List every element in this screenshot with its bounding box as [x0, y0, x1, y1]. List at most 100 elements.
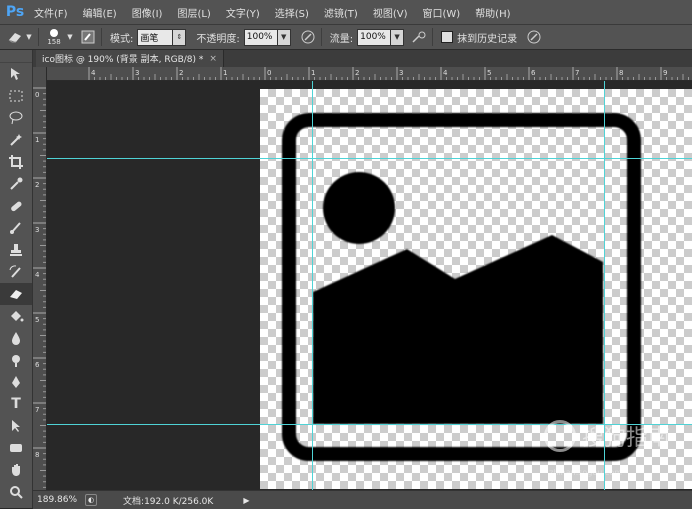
ruler-tick-label: 5: [35, 316, 39, 324]
guide-vertical[interactable]: [312, 81, 313, 490]
vertical-ruler[interactable]: 0 1 2 3 4 5 6 7 8: [33, 67, 47, 490]
erase-history-checkbox[interactable]: [441, 31, 454, 43]
opacity-chevron-icon[interactable]: ▼: [277, 28, 291, 46]
opacity-label: 不透明度:: [196, 33, 240, 45]
ruler-tick-label: 0: [267, 69, 271, 77]
ruler-tick-label: 0: [35, 91, 39, 99]
pressure-size-icon[interactable]: [525, 28, 543, 46]
eraser-tool-preset-icon[interactable]: [6, 28, 24, 46]
blur-tool-icon[interactable]: [0, 327, 32, 349]
horizontal-ruler[interactable]: 4 3 2 1 0 1 2 3 4 5 6 7 8 9: [46, 67, 692, 81]
brush-dot-icon: [50, 28, 58, 37]
brush-size-picker[interactable]: 158: [43, 27, 65, 47]
tools-panel: T: [0, 50, 33, 508]
ruler-tick-label: 3: [35, 226, 39, 234]
menu-layer[interactable]: 图层(L): [177, 5, 210, 20]
ruler-tick-label: 1: [223, 69, 227, 77]
watermark-text: 搜狗指南: [581, 426, 670, 451]
mode-label: 模式:: [110, 33, 134, 45]
menu-image[interactable]: 图像(I): [132, 5, 163, 20]
divider: [320, 28, 322, 46]
healing-brush-tool-icon[interactable]: [0, 195, 32, 217]
photoshop-logo: Ps: [5, 4, 25, 20]
brush-size-value: 158: [47, 37, 61, 46]
dodge-tool-icon[interactable]: [0, 349, 32, 371]
ruler-tick-label: 8: [35, 451, 39, 459]
flow-value: 100%: [360, 32, 386, 42]
path-selection-tool-icon[interactable]: [0, 415, 32, 437]
brush-tool-icon[interactable]: [0, 217, 32, 239]
rectangle-tool-icon[interactable]: [0, 437, 32, 459]
document-info: 文档:192.0 K/256.0K: [123, 496, 214, 507]
chevron-down-icon[interactable]: ▼: [24, 28, 34, 46]
mode-value: 画笔: [140, 33, 159, 44]
marquee-tool-icon[interactable]: [0, 85, 32, 107]
opacity-value: 100%: [246, 32, 273, 42]
ruler-tick-label: 8: [619, 69, 623, 77]
ruler-tick-label: 2: [35, 181, 39, 189]
history-brush-tool-icon[interactable]: [0, 261, 32, 283]
mode-select[interactable]: 画笔: [137, 28, 174, 46]
ruler-tick-label: 3: [135, 69, 139, 77]
type-tool-icon[interactable]: T: [0, 393, 32, 415]
paint-bucket-tool-icon[interactable]: [0, 305, 32, 327]
menu-edit[interactable]: 编辑(E): [83, 5, 117, 20]
sogou-logo-icon: [543, 420, 576, 452]
ruler-tick-label: 6: [531, 69, 536, 77]
lasso-tool-icon[interactable]: [0, 107, 32, 129]
watermark-url: zhinan.sogou.com: [549, 468, 622, 477]
opacity-input[interactable]: 100%: [243, 28, 278, 46]
ruler-tick-label: 4: [35, 271, 40, 279]
airbrush-icon[interactable]: [410, 28, 428, 46]
hand-tool-icon[interactable]: [0, 459, 32, 481]
flow-label: 流量:: [329, 33, 354, 45]
menu-bar: Ps 文件(F) 编辑(E) 图像(I) 图层(L) 文字(Y) 选择(S) 滤…: [0, 0, 692, 25]
pen-tool-icon[interactable]: [0, 371, 32, 393]
eraser-tool-icon[interactable]: [0, 283, 32, 305]
status-bar: 189.86% ◐ 文档:192.0 K/256.0K ▶: [33, 490, 692, 509]
guide-horizontal[interactable]: [47, 158, 692, 159]
flow-chevron-icon[interactable]: ▼: [391, 28, 405, 46]
ruler-tick-label: 9: [663, 69, 667, 77]
magic-wand-tool-icon[interactable]: [0, 129, 32, 151]
status-info-icon[interactable]: ◐: [85, 494, 98, 506]
crop-tool-icon[interactable]: [0, 151, 32, 173]
menu-window[interactable]: 窗口(W): [422, 5, 460, 20]
move-tool-icon[interactable]: [0, 63, 32, 85]
ruler-tick-label: 1: [35, 136, 39, 144]
divider: [38, 28, 39, 46]
menu-view[interactable]: 视图(V): [373, 5, 408, 20]
brush-picker-chevron-icon[interactable]: ▼: [65, 28, 75, 46]
pressure-opacity-icon[interactable]: [299, 28, 317, 46]
ruler-tick-label: 2: [179, 69, 183, 77]
zoom-tool-icon[interactable]: [0, 481, 32, 503]
menu-type[interactable]: 文字(Y): [226, 5, 260, 20]
divider: [432, 28, 434, 46]
menu-select[interactable]: 选择(S): [275, 5, 309, 20]
watermark: 搜狗指南: [543, 420, 670, 452]
brush-panel-toggle-icon[interactable]: [79, 28, 97, 46]
ruler-tick-label: 6: [35, 361, 40, 369]
ruler-tick-label: 2: [355, 69, 359, 77]
close-icon[interactable]: ×: [209, 54, 217, 64]
document-tab-title: ico图标 @ 190% (背景 副本, RGB/8) *: [42, 55, 204, 65]
mode-chevron-icon[interactable]: ⇕: [173, 28, 187, 46]
ruler-tick-label: 7: [35, 406, 39, 414]
ruler-tick-label: 4: [443, 69, 448, 77]
ruler-tick-label: 4: [91, 69, 96, 77]
flow-input[interactable]: 100%: [357, 28, 392, 46]
menu-filter[interactable]: 滤镜(T): [324, 5, 358, 20]
status-menu-arrow-icon[interactable]: ▶: [243, 496, 249, 505]
menu-help[interactable]: 帮助(H): [475, 5, 510, 20]
eyedropper-tool-icon[interactable]: [0, 173, 32, 195]
document-tab[interactable]: ico图标 @ 190% (背景 副本, RGB/8) * ×: [36, 50, 224, 67]
ruler-tick-label: 7: [575, 69, 579, 77]
ruler-tick-label: 1: [311, 69, 315, 77]
toolbar-grip[interactable]: [0, 50, 32, 63]
zoom-level[interactable]: 189.86%: [37, 495, 77, 505]
menu-file[interactable]: 文件(F): [34, 5, 68, 20]
clone-stamp-tool-icon[interactable]: [0, 239, 32, 261]
ruler-tick-label: 5: [487, 69, 491, 77]
divider: [101, 28, 102, 46]
erase-history-label: 抹到历史记录: [457, 33, 518, 45]
